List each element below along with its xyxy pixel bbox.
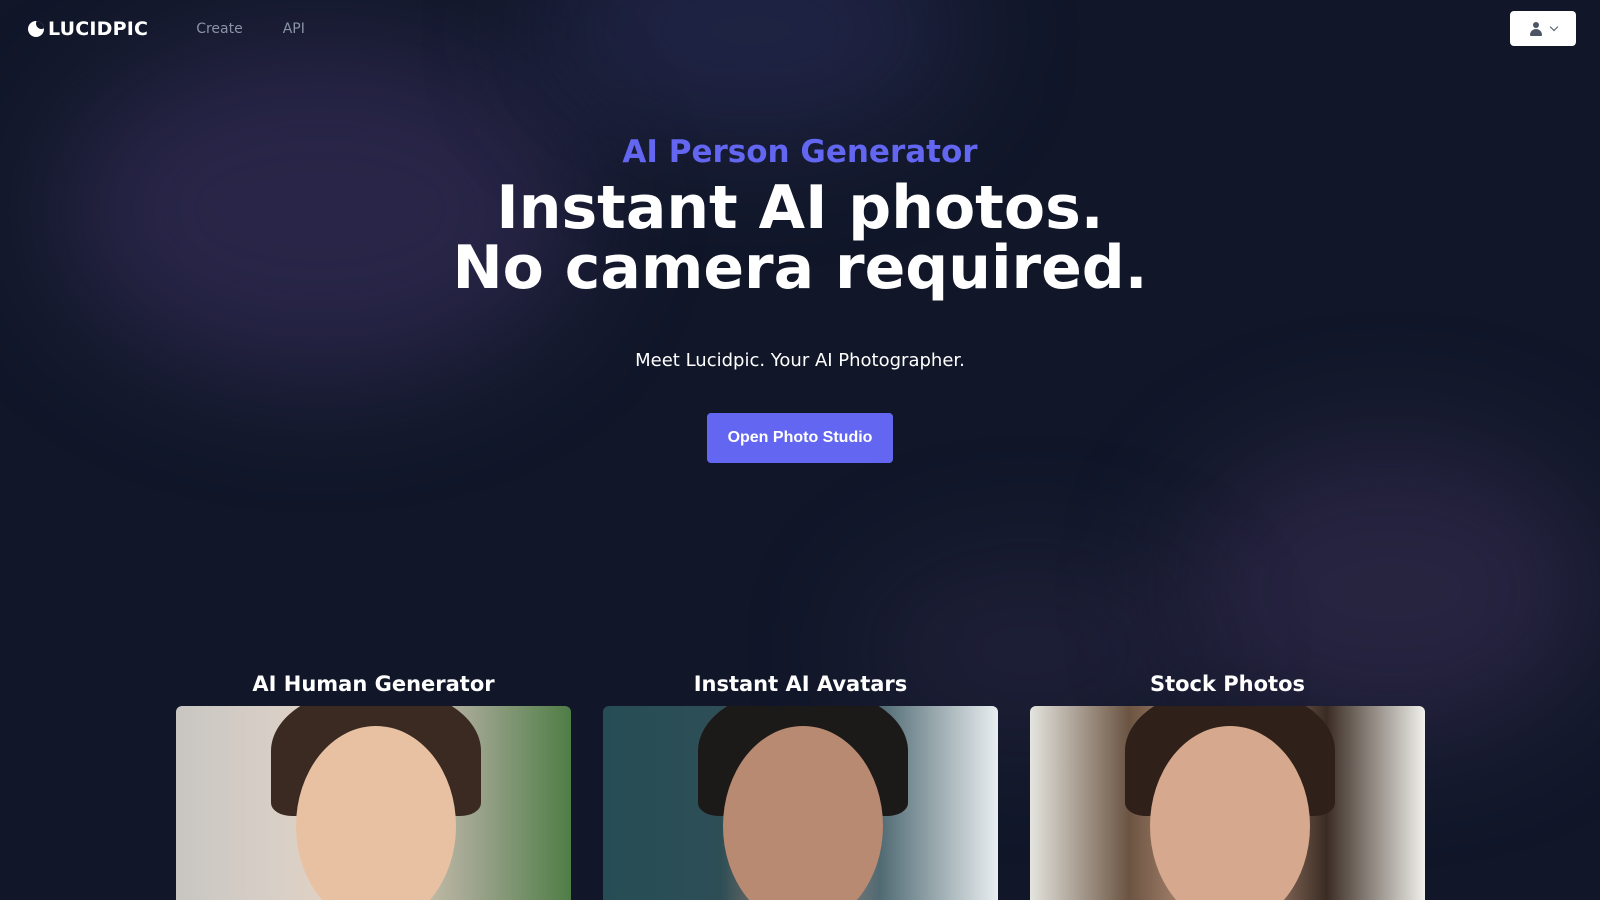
card-title: Stock Photos <box>1149 672 1306 696</box>
card-title: AI Human Generator <box>252 672 495 696</box>
card-photo <box>176 706 571 900</box>
hero-subtitle: Meet Lucidpic. Your AI Photographer. <box>635 350 965 371</box>
nav-link-api[interactable]: API <box>283 21 305 37</box>
nav-link-create[interactable]: Create <box>196 21 243 37</box>
hero-eyebrow: AI Person Generator <box>622 134 978 170</box>
open-photo-studio-button[interactable]: Open Photo Studio <box>706 413 894 463</box>
chevron-down-icon <box>1549 22 1559 31</box>
feature-card[interactable]: Instant AI Avatars <box>603 670 998 900</box>
hero-section: AI Person Generator Instant AI photos. N… <box>0 132 1600 463</box>
hero-headline: Instant AI photos. No camera required. <box>452 173 1148 303</box>
brand-logo[interactable]: LUCIDPIC <box>28 18 148 40</box>
user-menu-button[interactable] <box>1510 11 1576 46</box>
top-navbar: LUCIDPIC Create API <box>0 0 1600 58</box>
feature-cards: AI Human Generator Instant AI Avatars St… <box>176 670 1425 900</box>
feature-card[interactable]: Stock Photos <box>1030 670 1425 900</box>
card-title: Instant AI Avatars <box>693 672 908 696</box>
user-icon <box>1529 21 1543 36</box>
main-nav: Create API <box>196 21 305 37</box>
card-photo <box>1030 706 1425 900</box>
moon-logo-icon <box>28 21 44 37</box>
card-photo <box>603 706 998 900</box>
feature-card[interactable]: AI Human Generator <box>176 670 571 900</box>
brand-name: LUCIDPIC <box>48 18 149 40</box>
